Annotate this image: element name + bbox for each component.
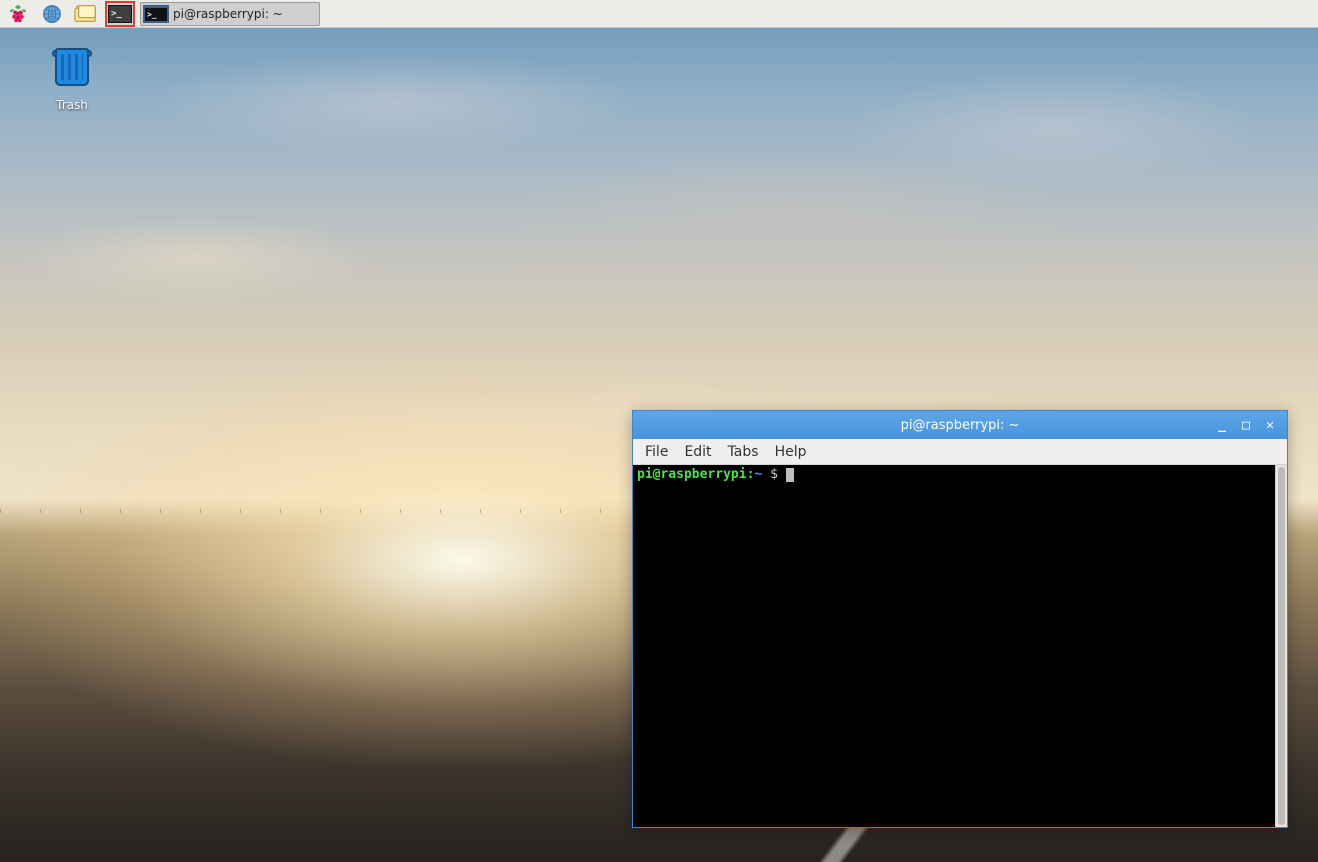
menubar: File Edit Tabs Help <box>633 439 1287 465</box>
menu-help[interactable]: Help <box>769 442 813 462</box>
prompt-user-host: pi@raspberrypi <box>637 467 747 482</box>
desktop-icon-label: Trash <box>42 98 102 112</box>
terminal-content[interactable]: pi@raspberrypi:~ $ <box>633 465 1275 827</box>
terminal-body: pi@raspberrypi:~ $ <box>633 465 1287 827</box>
terminal-cursor <box>786 468 794 482</box>
terminal-launcher-icon[interactable]: >_ <box>106 2 134 26</box>
scrollbar-thumb[interactable] <box>1278 467 1285 825</box>
desktop-icon-trash[interactable]: Trash <box>42 40 102 112</box>
file-manager-icon[interactable] <box>72 2 100 26</box>
window-titlebar[interactable]: pi@raspberrypi: ~ _ □ ✕ <box>633 411 1287 439</box>
window-title: pi@raspberrypi: ~ <box>633 418 1287 433</box>
web-browser-icon[interactable] <box>38 2 66 26</box>
terminal-window: pi@raspberrypi: ~ _ □ ✕ File Edit Tabs H… <box>632 410 1288 828</box>
trash-icon <box>52 48 92 94</box>
minimize-button[interactable]: _ <box>1215 419 1229 432</box>
menu-tabs[interactable]: Tabs <box>722 442 765 462</box>
taskbar: >_ >_ pi@raspberrypi: ~ <box>0 0 1318 28</box>
taskbar-app-terminal[interactable]: >_ pi@raspberrypi: ~ <box>140 2 320 26</box>
taskbar-app-label: pi@raspberrypi: ~ <box>173 7 283 21</box>
prompt-dollar: $ <box>770 467 786 482</box>
terminal-icon: >_ <box>143 5 169 23</box>
maximize-button[interactable]: □ <box>1239 419 1253 432</box>
close-button[interactable]: ✕ <box>1263 419 1277 432</box>
terminal-scrollbar[interactable] <box>1275 465 1287 827</box>
menu-edit[interactable]: Edit <box>678 442 717 462</box>
menu-file[interactable]: File <box>639 442 674 462</box>
prompt-path: ~ <box>754 467 770 482</box>
raspberry-menu-icon[interactable] <box>4 2 32 26</box>
